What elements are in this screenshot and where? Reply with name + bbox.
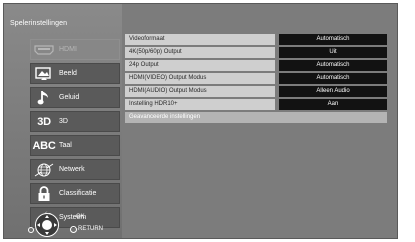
menu-item-label: Netwerk	[59, 166, 85, 173]
menu-item-beeld[interactable]: Beeld	[30, 63, 120, 84]
return-hint: RETURN	[78, 226, 103, 232]
setting-name: HDMI(AUDIO) Output Modus	[125, 86, 275, 97]
picture-icon	[31, 64, 57, 83]
menu-item-label: Taal	[59, 142, 72, 149]
setting-row-4k-output[interactable]: 4K(50p/60p) Output Uit	[125, 47, 388, 58]
dpad-icon	[34, 212, 60, 242]
lock-icon	[31, 184, 57, 203]
setting-row-24p-output[interactable]: 24p Output Automatisch	[125, 60, 388, 71]
setting-name: Instelling HDR10+	[125, 99, 275, 110]
button-help: OK RETURN	[28, 212, 118, 238]
setting-row-videoformaat[interactable]: Videoformaat Automatisch	[125, 34, 388, 45]
abc-icon-text: ABC	[32, 139, 56, 152]
screen: Spelerinstellingen HDMI Beeld Geluid 3D …	[0, 0, 415, 242]
hdmi-icon	[31, 40, 57, 59]
setting-name: 24p Output	[125, 60, 275, 71]
settings-list: Videoformaat Automatisch 4K(50p/60p) Out…	[125, 34, 388, 125]
3d-icon-text: 3D	[37, 115, 51, 128]
setting-name: Videoformaat	[125, 34, 275, 45]
menu-item-label: Beeld	[59, 70, 77, 77]
setting-value[interactable]: Aan	[279, 99, 387, 110]
setting-value[interactable]: Automatisch	[279, 60, 387, 71]
setting-row-hdmi-video-mode[interactable]: HDMI(VIDEO) Output Modus Automatisch	[125, 73, 388, 84]
3d-icon: 3D	[31, 112, 57, 131]
menu-item-label: HDMI	[59, 46, 77, 53]
setting-value[interactable]: Automatisch	[279, 73, 387, 84]
menu-item-classificatie[interactable]: Classificatie	[30, 183, 120, 204]
setting-row-advanced[interactable]: Geavanceerde instellingen	[125, 112, 388, 123]
setting-value[interactable]: Automatisch	[279, 34, 387, 45]
left-panel: Spelerinstellingen HDMI Beeld Geluid 3D …	[4, 4, 122, 238]
category-menu: HDMI Beeld Geluid 3D 3D ABC Taal Netwerk…	[30, 39, 120, 231]
abc-icon: ABC	[31, 136, 57, 155]
menu-item-label: Geluid	[59, 94, 80, 101]
setting-value[interactable]: Alleen Audio	[279, 86, 387, 97]
setting-name: 4K(50p/60p) Output	[125, 47, 275, 58]
menu-item-label: Classificatie	[59, 190, 97, 197]
music-note-icon	[31, 88, 57, 107]
settings-window: Spelerinstellingen HDMI Beeld Geluid 3D …	[3, 3, 398, 239]
menu-item-geluid[interactable]: Geluid	[30, 87, 120, 108]
menu-item-label: 3D	[59, 118, 68, 125]
advanced-settings-link[interactable]: Geavanceerde instellingen	[125, 112, 387, 123]
setting-row-hdmi-audio-mode[interactable]: HDMI(AUDIO) Output Modus Alleen Audio	[125, 86, 388, 97]
setting-value[interactable]: Uit	[279, 47, 387, 58]
setting-row-hdr10plus[interactable]: Instelling HDR10+ Aan	[125, 99, 388, 110]
ok-hint: OK	[76, 214, 85, 220]
return-button-icon	[70, 226, 77, 233]
menu-item-taal[interactable]: ABC Taal	[30, 135, 120, 156]
menu-item-netwerk[interactable]: Netwerk	[30, 159, 120, 180]
page-title: Spelerinstellingen	[10, 20, 68, 27]
menu-item-3d[interactable]: 3D 3D	[30, 111, 120, 132]
menu-item-hdmi[interactable]: HDMI	[30, 39, 120, 60]
setting-name: HDMI(VIDEO) Output Modus	[125, 73, 275, 84]
network-icon	[31, 160, 57, 179]
